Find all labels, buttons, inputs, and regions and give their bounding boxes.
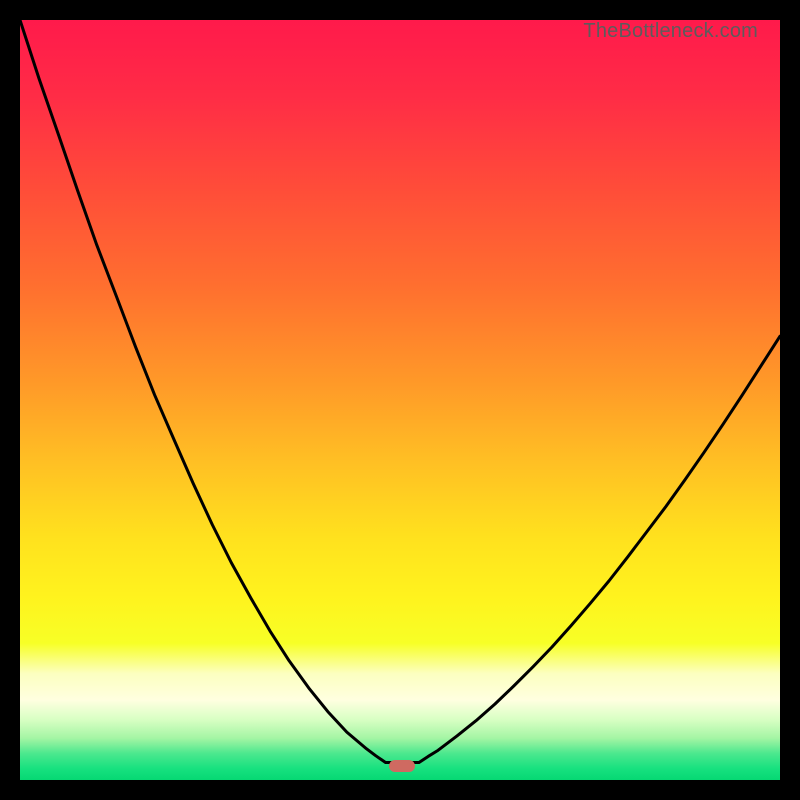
- bottleneck-curve: [20, 20, 780, 780]
- optimal-marker: [389, 760, 415, 772]
- watermark-text: TheBottleneck.com: [583, 20, 758, 43]
- plot-area: TheBottleneck.com: [20, 20, 780, 780]
- chart-frame: TheBottleneck.com: [0, 0, 800, 800]
